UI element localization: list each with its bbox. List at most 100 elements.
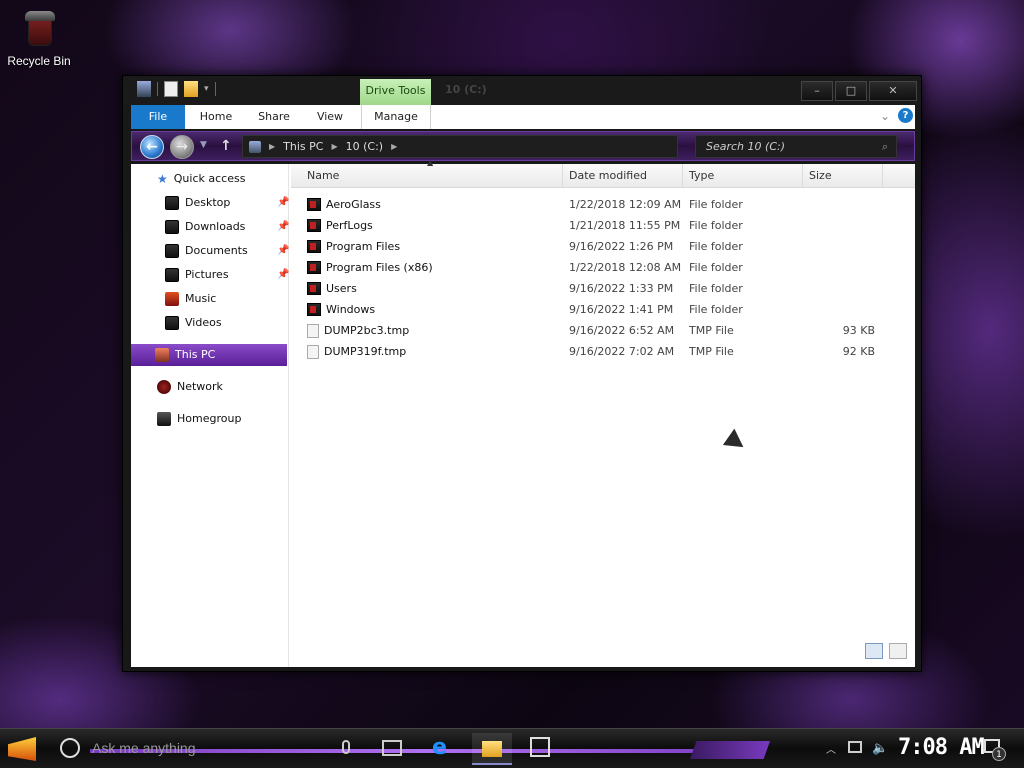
- chevron-right-icon[interactable]: ▶: [331, 142, 337, 151]
- recycle-bin-shortcut[interactable]: Recycle Bin: [6, 8, 72, 68]
- customize-qat-icon[interactable]: ▾: [204, 84, 209, 94]
- sidebar-item-label: Homegroup: [177, 412, 242, 425]
- tab-manage[interactable]: Manage: [361, 105, 431, 129]
- file-name: DUMP2bc3.tmp: [324, 324, 410, 337]
- task-view-icon[interactable]: [382, 740, 402, 756]
- app-icon[interactable]: [137, 81, 151, 97]
- explorer-window: ▾ Drive Tools 10 (C:) – □ ✕ File Home Sh…: [122, 75, 922, 672]
- volume-icon[interactable]: 🔈: [872, 741, 888, 756]
- taskbar-search-input[interactable]: Ask me anything: [92, 740, 196, 756]
- file-date: 9/16/2022 1:41 PM: [569, 303, 674, 316]
- file-size: [809, 257, 875, 278]
- sidebar-item-homegroup[interactable]: Homegroup: [157, 408, 241, 430]
- search-icon[interactable]: ⌕: [882, 136, 888, 157]
- details-view-icon[interactable]: [865, 643, 883, 659]
- folder-icon: [482, 741, 502, 757]
- chevron-right-icon[interactable]: ▶: [269, 142, 275, 151]
- folder-icon: [307, 219, 321, 232]
- column-date-modified[interactable]: Date modified: [563, 164, 683, 188]
- sidebar-item-label: Music: [185, 292, 217, 305]
- column-name[interactable]: Name: [301, 164, 563, 188]
- back-button[interactable]: ←: [140, 135, 164, 159]
- sidebar-item-label: Desktop: [185, 196, 231, 209]
- file-type: File folder: [689, 282, 743, 295]
- sidebar-item-this-pc[interactable]: This PC: [131, 344, 287, 366]
- tab-share[interactable]: Share: [249, 105, 299, 129]
- breadcrumb-this-pc[interactable]: This PC: [283, 140, 323, 153]
- start-button[interactable]: [8, 737, 36, 761]
- file-size: [809, 215, 875, 236]
- large-icons-view-icon[interactable]: [889, 643, 907, 659]
- pin-icon[interactable]: 📌: [277, 264, 289, 286]
- table-row[interactable]: Users 9/16/2022 1:33 PM File folder: [291, 278, 891, 299]
- clock[interactable]: 7:08 AM: [898, 735, 985, 760]
- up-button[interactable]: ↑: [220, 138, 232, 154]
- tab-home[interactable]: Home: [191, 105, 241, 129]
- file-date: 1/22/2018 12:08 AM: [569, 261, 682, 274]
- forward-button[interactable]: →: [170, 135, 194, 159]
- title-bar[interactable]: ▾ Drive Tools 10 (C:) – □ ✕: [123, 76, 921, 105]
- folder-icon: [307, 282, 321, 295]
- file-size: [809, 236, 875, 257]
- tab-drive-tools[interactable]: Drive Tools: [360, 79, 431, 105]
- this-pc-icon: [249, 140, 261, 153]
- network-tray-icon[interactable]: [848, 741, 862, 753]
- table-row[interactable]: PerfLogs 1/21/2018 11:55 PM File folder: [291, 215, 891, 236]
- view-toggle: [865, 643, 907, 659]
- file-size: [809, 278, 875, 299]
- show-hidden-icons-icon[interactable]: ︿: [826, 741, 836, 756]
- microphone-icon[interactable]: [342, 740, 350, 754]
- pictures-icon: [165, 268, 179, 282]
- table-row[interactable]: AeroGlass 1/22/2018 12:09 AM File folder: [291, 194, 891, 215]
- close-button[interactable]: ✕: [869, 81, 917, 101]
- this-pc-icon: [155, 348, 169, 362]
- store-icon[interactable]: [530, 737, 550, 757]
- sidebar-item-network[interactable]: Network: [157, 376, 223, 398]
- table-row[interactable]: Program Files (x86) 1/22/2018 12:08 AM F…: [291, 257, 891, 278]
- sidebar-item-documents[interactable]: Documents 📌: [165, 240, 289, 262]
- breadcrumb-drive[interactable]: 10 (C:): [346, 140, 383, 153]
- sidebar-item-music[interactable]: Music: [165, 288, 216, 310]
- file-date: 9/16/2022 1:33 PM: [569, 282, 674, 295]
- tab-file[interactable]: File: [131, 105, 185, 129]
- file-explorer-taskbar-button[interactable]: [472, 733, 512, 765]
- file-name: Windows: [326, 303, 376, 316]
- folder-icon: [307, 303, 321, 316]
- file-date: 9/16/2022 1:26 PM: [569, 240, 674, 253]
- sidebar-item-pictures[interactable]: Pictures 📌: [165, 264, 289, 286]
- maximize-button[interactable]: □: [835, 81, 867, 101]
- properties-icon[interactable]: [164, 81, 178, 97]
- documents-icon: [165, 244, 179, 258]
- table-row[interactable]: Program Files 9/16/2022 1:26 PM File fol…: [291, 236, 891, 257]
- expand-ribbon-icon[interactable]: ⌄: [880, 109, 890, 123]
- window-title: 10 (C:): [445, 83, 487, 96]
- search-input[interactable]: Search 10 (C:) ⌕: [695, 135, 897, 158]
- content-area: ★ Quick access Desktop 📌 Downloads 📌 Doc…: [131, 158, 915, 667]
- videos-icon: [165, 316, 179, 330]
- sidebar-item-videos[interactable]: Videos: [165, 312, 222, 334]
- sidebar-item-downloads[interactable]: Downloads 📌: [165, 216, 289, 238]
- recent-locations-icon[interactable]: ▼: [200, 140, 207, 150]
- sidebar-item-quick-access[interactable]: ★ Quick access: [157, 168, 245, 190]
- table-row[interactable]: DUMP319f.tmp 9/16/2022 7:02 AM TMP File …: [291, 341, 891, 362]
- cortana-icon[interactable]: [60, 738, 80, 758]
- new-folder-icon[interactable]: [184, 81, 198, 97]
- pin-icon[interactable]: 📌: [277, 192, 289, 214]
- file-date: 1/22/2018 12:09 AM: [569, 198, 682, 211]
- tab-view[interactable]: View: [305, 105, 355, 129]
- breadcrumb[interactable]: ▶ This PC ▶ 10 (C:) ▶: [242, 135, 678, 158]
- column-size[interactable]: Size: [803, 164, 883, 188]
- minimize-button[interactable]: –: [801, 81, 833, 101]
- pin-icon[interactable]: 📌: [277, 240, 289, 262]
- column-type[interactable]: Type: [683, 164, 803, 188]
- table-row[interactable]: Windows 9/16/2022 1:41 PM File folder: [291, 299, 891, 320]
- file-type: TMP File: [689, 324, 734, 337]
- table-row[interactable]: DUMP2bc3.tmp 9/16/2022 6:52 AM TMP File …: [291, 320, 891, 341]
- edge-browser-icon[interactable]: e: [432, 737, 454, 759]
- file-size: [809, 194, 875, 215]
- downloads-icon: [165, 220, 179, 234]
- sidebar-item-desktop[interactable]: Desktop 📌: [165, 192, 289, 214]
- pin-icon[interactable]: 📌: [277, 216, 289, 238]
- help-icon[interactable]: ?: [898, 108, 913, 123]
- chevron-right-icon[interactable]: ▶: [391, 142, 397, 151]
